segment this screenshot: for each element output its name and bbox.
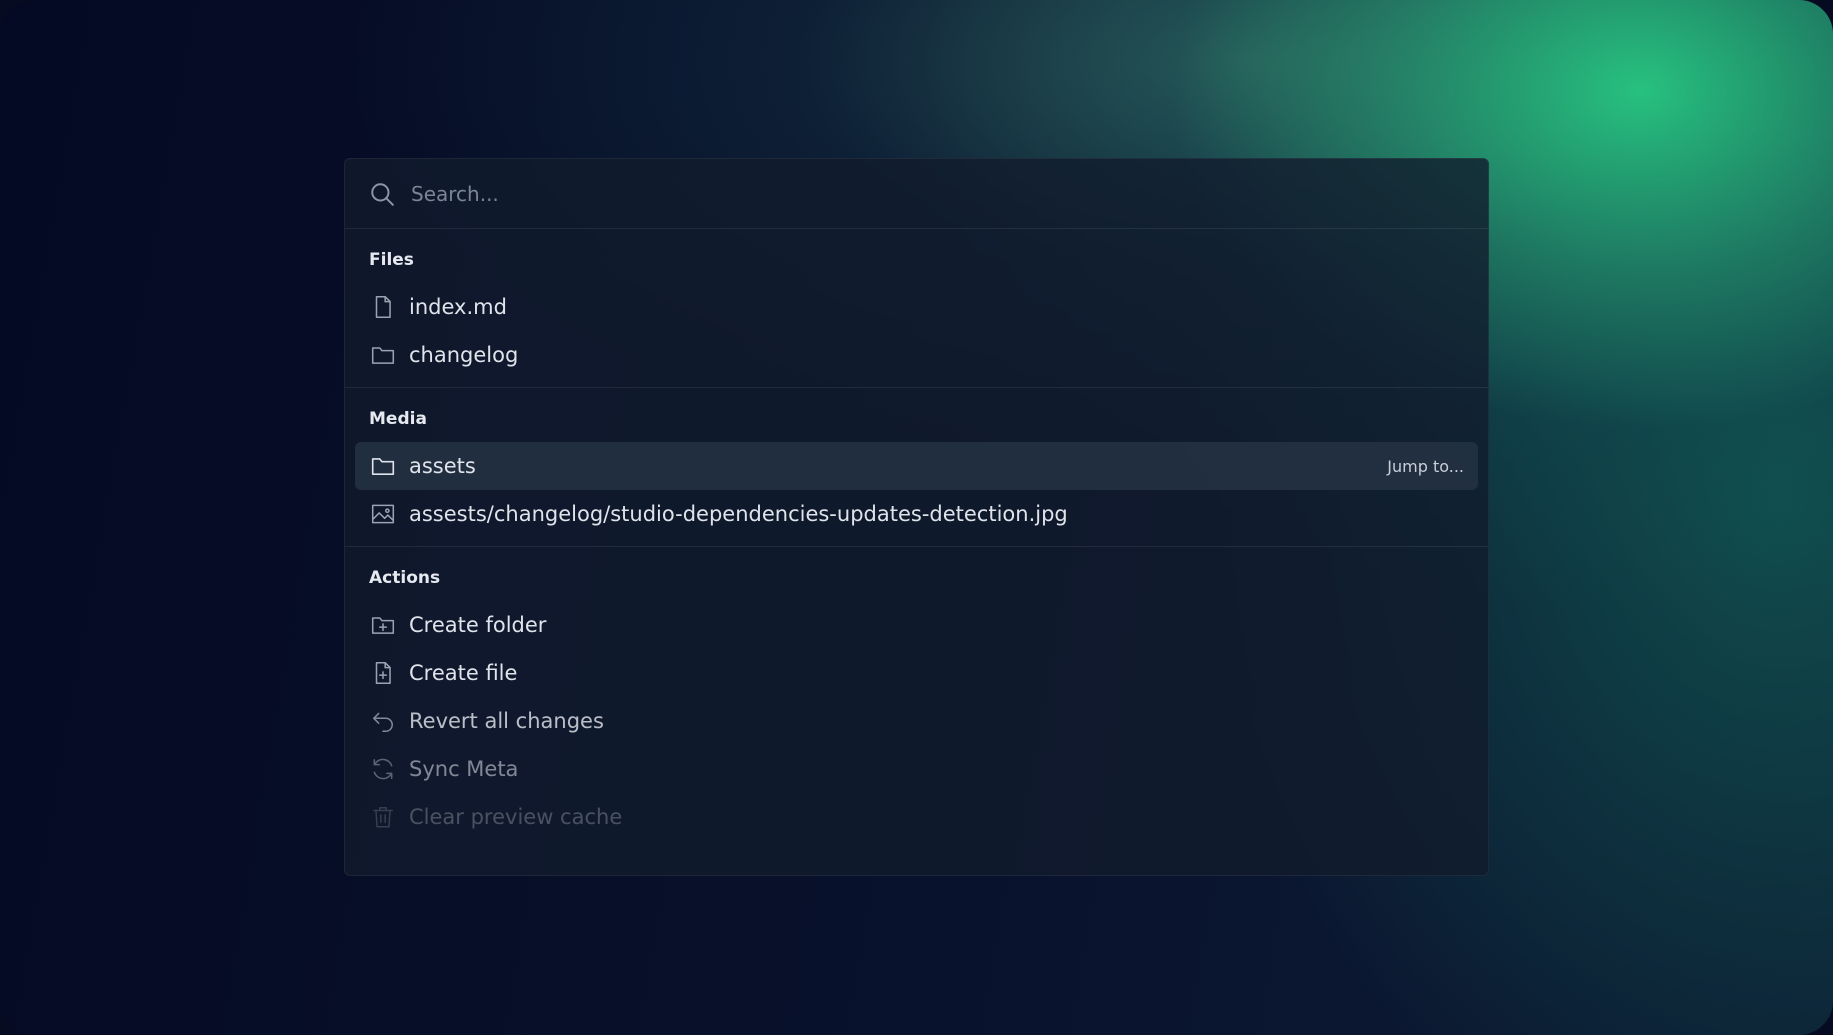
section-title-actions: Actions xyxy=(369,568,441,588)
media-section: Media assets Jump to... assests/changelo… xyxy=(345,388,1488,547)
search-icon xyxy=(371,182,394,206)
action-sync-meta[interactable]: Sync Meta xyxy=(355,745,1478,793)
section-title-files: Files xyxy=(369,250,414,270)
item-label: index.md xyxy=(409,295,507,319)
undo-icon xyxy=(369,707,397,735)
files-section: Files index.md changelog xyxy=(345,229,1488,388)
item-label: Revert all changes xyxy=(409,709,604,733)
folder-icon xyxy=(369,341,397,369)
file-icon xyxy=(369,293,397,321)
item-label: assests/changelog/studio-dependencies-up… xyxy=(409,502,1068,526)
section-title-media: Media xyxy=(369,409,427,429)
action-clear-preview-cache[interactable]: Clear preview cache xyxy=(355,793,1478,841)
item-label: changelog xyxy=(409,343,519,367)
item-label: assets xyxy=(409,454,476,478)
jump-to-hint: Jump to... xyxy=(1387,456,1464,476)
background-frame: Files index.md changelog Media xyxy=(0,0,1833,1035)
folder-icon xyxy=(369,452,397,480)
list-item-index-md[interactable]: index.md xyxy=(355,283,1478,331)
search-input[interactable] xyxy=(409,180,1488,207)
actions-section: Actions Create folder Create file Revert… xyxy=(345,547,1488,841)
list-item-image-file[interactable]: assests/changelog/studio-dependencies-up… xyxy=(355,490,1478,538)
item-label: Clear preview cache xyxy=(409,805,623,829)
item-label: Create folder xyxy=(409,613,547,637)
item-label: Create file xyxy=(409,661,518,685)
action-create-folder[interactable]: Create folder xyxy=(355,601,1478,649)
trash-icon xyxy=(369,803,397,831)
action-revert-all-changes[interactable]: Revert all changes xyxy=(355,697,1478,745)
image-icon xyxy=(369,500,397,528)
action-create-file[interactable]: Create file xyxy=(355,649,1478,697)
folder-plus-icon xyxy=(369,611,397,639)
item-label: Sync Meta xyxy=(409,757,519,781)
list-item-assets[interactable]: assets Jump to... xyxy=(355,442,1478,490)
command-palette: Files index.md changelog Media xyxy=(344,158,1489,876)
search-bar xyxy=(345,159,1488,229)
list-item-changelog[interactable]: changelog xyxy=(355,331,1478,379)
refresh-icon xyxy=(369,755,397,783)
file-plus-icon xyxy=(369,659,397,687)
